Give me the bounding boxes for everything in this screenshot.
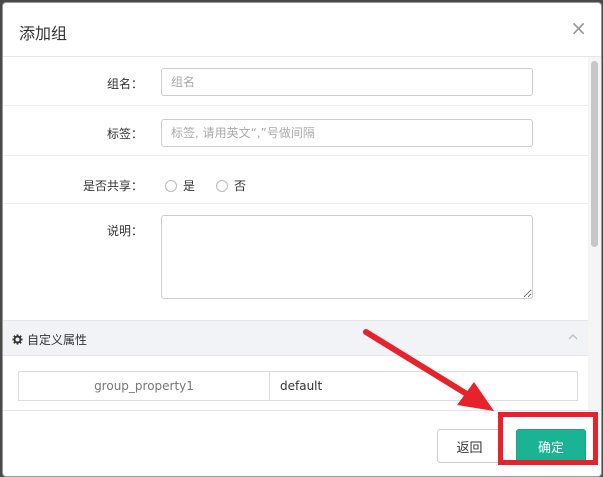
dialog-title: 添加组 — [19, 24, 68, 43]
close-icon[interactable]: × — [570, 18, 587, 38]
dialog-header: 添加组 × — [3, 3, 601, 57]
chevron-up-icon[interactable] — [568, 330, 578, 344]
tags-row: 标签： — [3, 106, 588, 156]
custom-properties-title: 自定义属性 — [12, 331, 87, 348]
description-textarea[interactable] — [161, 215, 533, 299]
group-name-input[interactable] — [161, 68, 533, 96]
shared-no-label: 否 — [234, 179, 247, 193]
shared-row: 是否共享： 是 否 — [3, 156, 588, 204]
tags-input[interactable] — [161, 119, 533, 147]
property-key-cell[interactable]: group_property1 — [19, 372, 270, 400]
gear-icon — [12, 334, 23, 345]
description-row: 说明： — [3, 204, 588, 320]
custom-property-row: group_property1 default — [18, 371, 578, 401]
shared-yes-radio[interactable]: 是 — [165, 177, 195, 194]
custom-properties-label: 自定义属性 — [27, 333, 88, 347]
group-name-label: 组名： — [106, 77, 143, 91]
shared-yes-label: 是 — [183, 179, 196, 193]
scrollbar-thumb[interactable] — [591, 61, 598, 247]
shared-label: 是否共享： — [82, 179, 143, 193]
dialog-body: 组名： 标签： 是否共享： 是 否 说明： — [3, 57, 588, 410]
shared-no-radio[interactable]: 否 — [216, 177, 246, 194]
annotation-highlight-box — [498, 412, 598, 465]
radio-circle — [216, 179, 228, 192]
tags-label: 标签： — [106, 127, 143, 141]
radio-circle — [165, 179, 177, 192]
description-label: 说明： — [106, 224, 143, 238]
scrollbar[interactable] — [588, 57, 601, 410]
custom-properties-header[interactable]: 自定义属性 — [3, 320, 588, 356]
property-value-cell[interactable]: default — [270, 372, 577, 400]
add-group-dialog: 添加组 × 组名： 标签： 是否共享： 是 否 说明： — [2, 2, 602, 477]
group-name-row: 组名： — [3, 57, 588, 106]
back-button[interactable]: 返回 — [437, 429, 502, 463]
